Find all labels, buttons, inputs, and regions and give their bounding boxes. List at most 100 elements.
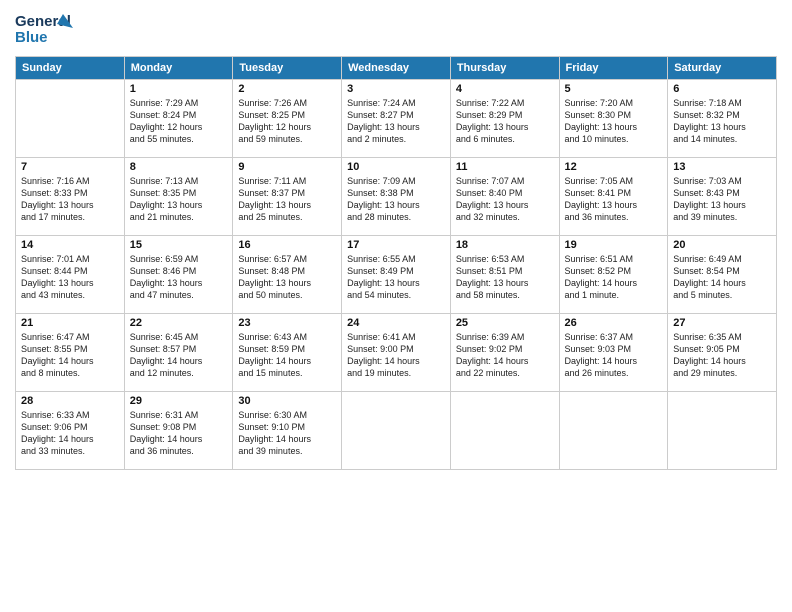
page-header: GeneralBlue xyxy=(15,10,777,48)
day-number: 21 xyxy=(21,317,119,329)
calendar-cell xyxy=(342,392,451,470)
day-info: Sunrise: 6:47 AM Sunset: 8:55 PM Dayligh… xyxy=(21,331,119,380)
calendar-cell: 7 Sunrise: 7:16 AM Sunset: 8:33 PM Daylig… xyxy=(16,158,125,236)
calendar-cell: 30 Sunrise: 6:30 AM Sunset: 9:10 PM Dayli… xyxy=(233,392,342,470)
calendar-cell: 29 Sunrise: 6:31 AM Sunset: 9:08 PM Dayli… xyxy=(124,392,233,470)
day-number: 1 xyxy=(130,83,228,95)
day-number: 2 xyxy=(238,83,336,95)
day-info: Sunrise: 7:09 AM Sunset: 8:38 PM Dayligh… xyxy=(347,175,445,224)
day-info: Sunrise: 6:43 AM Sunset: 8:59 PM Dayligh… xyxy=(238,331,336,380)
calendar-week-3: 14Sunrise: 7:01 AM Sunset: 8:44 PM Dayli… xyxy=(16,236,777,314)
weekday-header-row: SundayMondayTuesdayWednesdayThursdayFrid… xyxy=(16,57,777,80)
day-info: Sunrise: 7:07 AM Sunset: 8:40 PM Dayligh… xyxy=(456,175,554,224)
day-number: 15 xyxy=(130,239,228,251)
day-number: 4 xyxy=(456,83,554,95)
day-info: Sunrise: 7:03 AM Sunset: 8:43 PM Dayligh… xyxy=(673,175,771,224)
calendar-cell xyxy=(559,392,668,470)
calendar-cell: 12 Sunrise: 7:05 AM Sunset: 8:41 PM Dayli… xyxy=(559,158,668,236)
day-number: 13 xyxy=(673,161,771,173)
day-info: Sunrise: 6:51 AM Sunset: 8:52 PM Dayligh… xyxy=(565,253,663,302)
day-number: 24 xyxy=(347,317,445,329)
day-number: 17 xyxy=(347,239,445,251)
logo: GeneralBlue xyxy=(15,10,75,48)
day-info: Sunrise: 6:49 AM Sunset: 8:54 PM Dayligh… xyxy=(673,253,771,302)
day-number: 18 xyxy=(456,239,554,251)
weekday-header-saturday: Saturday xyxy=(668,57,777,80)
day-number: 22 xyxy=(130,317,228,329)
logo-svg: GeneralBlue xyxy=(15,10,75,48)
day-number: 25 xyxy=(456,317,554,329)
day-info: Sunrise: 6:41 AM Sunset: 9:00 PM Dayligh… xyxy=(347,331,445,380)
calendar-cell: 2 Sunrise: 7:26 AM Sunset: 8:25 PM Daylig… xyxy=(233,80,342,158)
day-info: Sunrise: 6:57 AM Sunset: 8:48 PM Dayligh… xyxy=(238,253,336,302)
day-info: Sunrise: 7:24 AM Sunset: 8:27 PM Dayligh… xyxy=(347,97,445,146)
day-number: 7 xyxy=(21,161,119,173)
day-number: 6 xyxy=(673,83,771,95)
day-number: 16 xyxy=(238,239,336,251)
day-number: 30 xyxy=(238,395,336,407)
day-info: Sunrise: 7:29 AM Sunset: 8:24 PM Dayligh… xyxy=(130,97,228,146)
day-number: 29 xyxy=(130,395,228,407)
calendar-week-4: 21 Sunrise: 6:47 AM Sunset: 8:55 PM Dayli… xyxy=(16,314,777,392)
weekday-header-thursday: Thursday xyxy=(450,57,559,80)
day-info: Sunrise: 6:35 AM Sunset: 9:05 PM Dayligh… xyxy=(673,331,771,380)
calendar-cell: 22 Sunrise: 6:45 AM Sunset: 8:57 PM Dayli… xyxy=(124,314,233,392)
day-info: Sunrise: 6:45 AM Sunset: 8:57 PM Dayligh… xyxy=(130,331,228,380)
weekday-header-tuesday: Tuesday xyxy=(233,57,342,80)
day-info: Sunrise: 7:05 AM Sunset: 8:41 PM Dayligh… xyxy=(565,175,663,224)
calendar-cell: 6 Sunrise: 7:18 AM Sunset: 8:32 PM Daylig… xyxy=(668,80,777,158)
calendar-cell: 10Sunrise: 7:09 AM Sunset: 8:38 PM Dayli… xyxy=(342,158,451,236)
day-number: 11 xyxy=(456,161,554,173)
day-number: 27 xyxy=(673,317,771,329)
calendar-cell: 25 Sunrise: 6:39 AM Sunset: 9:02 PM Dayli… xyxy=(450,314,559,392)
day-info: Sunrise: 7:26 AM Sunset: 8:25 PM Dayligh… xyxy=(238,97,336,146)
calendar-cell: 8 Sunrise: 7:13 AM Sunset: 8:35 PM Daylig… xyxy=(124,158,233,236)
calendar-table: SundayMondayTuesdayWednesdayThursdayFrid… xyxy=(15,56,777,470)
calendar-cell xyxy=(668,392,777,470)
day-info: Sunrise: 6:59 AM Sunset: 8:46 PM Dayligh… xyxy=(130,253,228,302)
day-number: 9 xyxy=(238,161,336,173)
day-info: Sunrise: 7:18 AM Sunset: 8:32 PM Dayligh… xyxy=(673,97,771,146)
day-number: 5 xyxy=(565,83,663,95)
weekday-header-friday: Friday xyxy=(559,57,668,80)
day-info: Sunrise: 6:53 AM Sunset: 8:51 PM Dayligh… xyxy=(456,253,554,302)
calendar-cell: 27 Sunrise: 6:35 AM Sunset: 9:05 PM Dayli… xyxy=(668,314,777,392)
calendar-cell: 28 Sunrise: 6:33 AM Sunset: 9:06 PM Dayli… xyxy=(16,392,125,470)
calendar-week-2: 7 Sunrise: 7:16 AM Sunset: 8:33 PM Daylig… xyxy=(16,158,777,236)
calendar-cell: 19 Sunrise: 6:51 AM Sunset: 8:52 PM Dayli… xyxy=(559,236,668,314)
calendar-cell: 15 Sunrise: 6:59 AM Sunset: 8:46 PM Dayli… xyxy=(124,236,233,314)
day-info: Sunrise: 6:33 AM Sunset: 9:06 PM Dayligh… xyxy=(21,409,119,458)
day-number: 12 xyxy=(565,161,663,173)
day-info: Sunrise: 6:31 AM Sunset: 9:08 PM Dayligh… xyxy=(130,409,228,458)
day-info: Sunrise: 6:30 AM Sunset: 9:10 PM Dayligh… xyxy=(238,409,336,458)
calendar-cell: 4 Sunrise: 7:22 AM Sunset: 8:29 PM Daylig… xyxy=(450,80,559,158)
calendar-cell: 5 Sunrise: 7:20 AM Sunset: 8:30 PM Daylig… xyxy=(559,80,668,158)
calendar-cell: 21 Sunrise: 6:47 AM Sunset: 8:55 PM Dayli… xyxy=(16,314,125,392)
day-number: 23 xyxy=(238,317,336,329)
calendar-cell: 9 Sunrise: 7:11 AM Sunset: 8:37 PM Daylig… xyxy=(233,158,342,236)
calendar-cell xyxy=(16,80,125,158)
calendar-cell: 11 Sunrise: 7:07 AM Sunset: 8:40 PM Dayli… xyxy=(450,158,559,236)
calendar-cell: 26Sunrise: 6:37 AM Sunset: 9:03 PM Dayli… xyxy=(559,314,668,392)
svg-text:Blue: Blue xyxy=(15,29,48,46)
calendar-cell: 18 Sunrise: 6:53 AM Sunset: 8:51 PM Dayli… xyxy=(450,236,559,314)
day-info: Sunrise: 7:20 AM Sunset: 8:30 PM Dayligh… xyxy=(565,97,663,146)
calendar-week-5: 28 Sunrise: 6:33 AM Sunset: 9:06 PM Dayli… xyxy=(16,392,777,470)
weekday-header-sunday: Sunday xyxy=(16,57,125,80)
day-number: 28 xyxy=(21,395,119,407)
calendar-cell: 3Sunrise: 7:24 AM Sunset: 8:27 PM Daylig… xyxy=(342,80,451,158)
day-number: 19 xyxy=(565,239,663,251)
day-info: Sunrise: 7:13 AM Sunset: 8:35 PM Dayligh… xyxy=(130,175,228,224)
day-info: Sunrise: 6:39 AM Sunset: 9:02 PM Dayligh… xyxy=(456,331,554,380)
weekday-header-monday: Monday xyxy=(124,57,233,80)
calendar-cell: 24 Sunrise: 6:41 AM Sunset: 9:00 PM Dayli… xyxy=(342,314,451,392)
day-info: Sunrise: 7:16 AM Sunset: 8:33 PM Dayligh… xyxy=(21,175,119,224)
day-number: 26 xyxy=(565,317,663,329)
calendar-cell: 14Sunrise: 7:01 AM Sunset: 8:44 PM Dayli… xyxy=(16,236,125,314)
day-info: Sunrise: 6:55 AM Sunset: 8:49 PM Dayligh… xyxy=(347,253,445,302)
calendar-week-1: 1 Sunrise: 7:29 AM Sunset: 8:24 PM Daylig… xyxy=(16,80,777,158)
day-info: Sunrise: 7:22 AM Sunset: 8:29 PM Dayligh… xyxy=(456,97,554,146)
day-number: 8 xyxy=(130,161,228,173)
day-info: Sunrise: 7:11 AM Sunset: 8:37 PM Dayligh… xyxy=(238,175,336,224)
calendar-cell: 1 Sunrise: 7:29 AM Sunset: 8:24 PM Daylig… xyxy=(124,80,233,158)
